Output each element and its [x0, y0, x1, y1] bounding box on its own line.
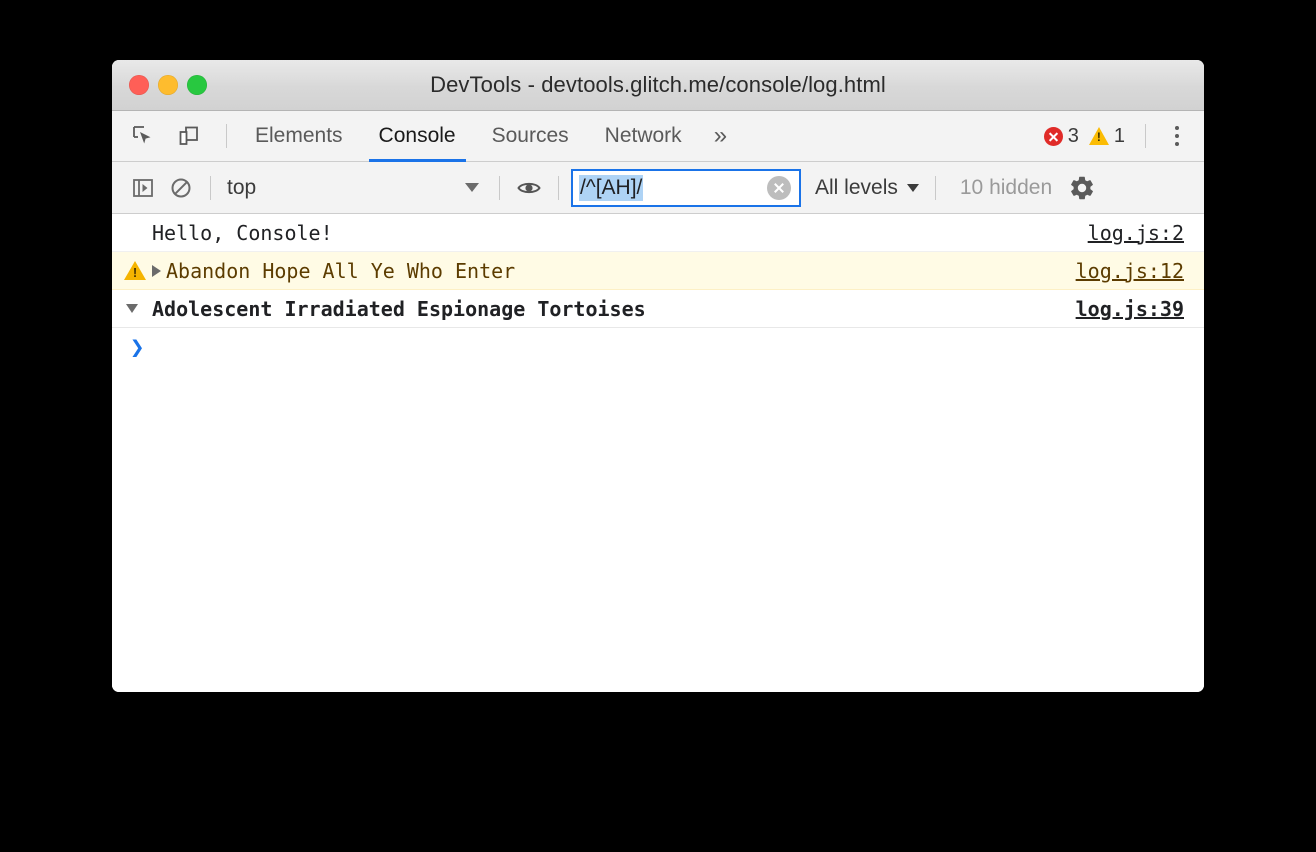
clear-console-icon[interactable]: [162, 169, 200, 207]
kebab-dot: [1175, 142, 1179, 146]
execution-context-value: top: [227, 175, 257, 199]
kebab-dot: [1175, 126, 1179, 130]
tabbar-right-divider: [1145, 124, 1146, 148]
window-titlebar: DevTools - devtools.glitch.me/console/lo…: [112, 60, 1204, 111]
kebab-dot: [1175, 134, 1179, 138]
console-prompt-row[interactable]: ❯: [112, 328, 1204, 366]
error-counter[interactable]: 3: [1043, 124, 1079, 148]
error-icon: [1043, 126, 1063, 146]
window-title: DevTools - devtools.glitch.me/console/lo…: [430, 72, 886, 97]
message-level-icon-slot: [124, 261, 152, 280]
tab-elements-label: Elements: [255, 124, 343, 147]
message-level-icon-slot: [126, 304, 152, 313]
console-toolbar-divider-3: [558, 175, 559, 200]
execution-context-select[interactable]: top: [221, 171, 489, 205]
more-tabs-label: »: [713, 122, 728, 149]
collapse-arrow-icon[interactable]: [126, 304, 138, 313]
console-toolbar-divider-2: [499, 175, 500, 200]
more-tabs-icon[interactable]: »: [700, 111, 741, 162]
console-message-row[interactable]: Hello, Console! log.js:2: [112, 214, 1204, 252]
kebab-menu-icon[interactable]: [1162, 119, 1192, 153]
chevron-down-icon: [906, 183, 919, 192]
devtools-tabbar: Elements Console Sources Network » 3 1: [112, 111, 1204, 162]
warning-count: 1: [1113, 124, 1125, 147]
tabbar-divider: [226, 124, 227, 148]
tab-sources-label: Sources: [491, 124, 569, 147]
error-count: 3: [1067, 124, 1079, 147]
expand-arrow-icon[interactable]: [152, 264, 161, 277]
tab-sources[interactable]: Sources: [474, 111, 587, 162]
console-message-text: Hello, Console!: [152, 220, 333, 245]
console-message-list: Hello, Console! log.js:2 Abandon Hope Al…: [112, 214, 1204, 692]
devtools-window: DevTools - devtools.glitch.me/console/lo…: [112, 60, 1204, 692]
tabbar-right-tools: 3 1: [1043, 119, 1204, 153]
tab-console[interactable]: Console: [361, 111, 474, 162]
tab-console-label: Console: [378, 124, 456, 147]
console-message-row[interactable]: Abandon Hope All Ye Who Enter log.js:12: [112, 252, 1204, 290]
console-filter-field[interactable]: /^[AH]/: [571, 168, 801, 207]
tab-network-label: Network: [604, 124, 682, 147]
panel-tabs: Elements Console Sources Network »: [237, 111, 741, 162]
device-toolbar-icon[interactable]: [170, 117, 208, 155]
warning-icon: [124, 261, 146, 280]
prompt-caret-icon: ❯: [130, 333, 145, 361]
gear-icon[interactable]: [1068, 174, 1096, 202]
console-toolbar: top /^[AH]/ All levels 10 hidden: [112, 162, 1204, 214]
inspect-element-icon[interactable]: [124, 117, 162, 155]
tab-elements[interactable]: Elements: [237, 111, 361, 162]
log-level-label: All levels: [815, 175, 898, 199]
hidden-messages-count: 10 hidden: [959, 175, 1053, 199]
log-level-select[interactable]: All levels: [815, 176, 919, 200]
clear-filter-icon[interactable]: [767, 175, 791, 200]
console-message-text: Abandon Hope All Ye Who Enter: [166, 258, 516, 283]
filter-input-value[interactable]: /^[AH]/: [579, 174, 644, 201]
warning-icon: [1088, 127, 1109, 145]
console-message-source-link[interactable]: log.js:12: [1076, 259, 1184, 283]
chevron-down-icon: [465, 183, 479, 192]
console-toolbar-divider: [210, 175, 211, 200]
tab-network[interactable]: Network: [587, 111, 700, 162]
warning-counter[interactable]: 1: [1088, 124, 1125, 148]
console-group-row[interactable]: Adolescent Irradiated Espionage Tortoise…: [112, 290, 1204, 328]
tabbar-left-tools: [112, 117, 237, 155]
console-message-source-link[interactable]: log.js:39: [1076, 297, 1184, 321]
console-sidebar-toggle-icon[interactable]: [124, 169, 162, 207]
eye-icon[interactable]: [510, 169, 548, 207]
console-toolbar-divider-4: [934, 175, 936, 200]
console-message-source-link[interactable]: log.js:2: [1088, 221, 1184, 245]
console-group-title: Adolescent Irradiated Espionage Tortoise…: [152, 296, 646, 321]
